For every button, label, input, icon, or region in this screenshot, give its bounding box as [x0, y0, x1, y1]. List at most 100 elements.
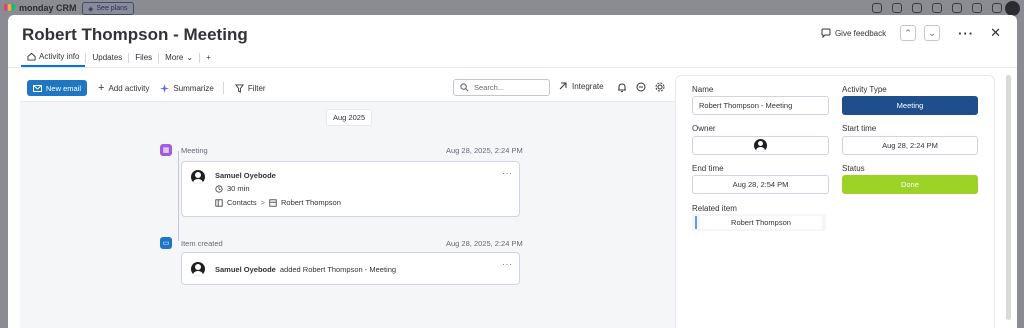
- see-plans-label: See plans: [96, 5, 128, 12]
- owner-field[interactable]: [692, 136, 829, 155]
- search-input[interactable]: Search...: [453, 79, 550, 96]
- details-pane: Name Robert Thompson - Meeting Activity …: [675, 75, 995, 328]
- breadcrumb-board[interactable]: Contacts: [227, 198, 257, 207]
- give-feedback-label: Give feedback: [834, 28, 887, 38]
- inbox-icon[interactable]: [892, 3, 902, 13]
- integrate-icon: [559, 82, 567, 90]
- more-options-button[interactable]: ···: [958, 26, 974, 41]
- logo-text: monday CRM: [19, 3, 77, 13]
- invite-icon[interactable]: [912, 3, 922, 13]
- board-icon: [215, 198, 223, 207]
- home-icon: [27, 52, 36, 61]
- filter-label: Filter: [247, 83, 266, 93]
- tabs-divider: [8, 67, 1017, 68]
- end-time-label: End time: [692, 164, 724, 173]
- tab-label: More: [165, 53, 184, 62]
- card-menu-button[interactable]: ···: [502, 259, 513, 269]
- search-placeholder: Search...: [474, 83, 505, 92]
- user-avatar[interactable]: [1005, 1, 1020, 16]
- see-plans-button[interactable]: ◈ See plans: [82, 2, 134, 15]
- scrollbar[interactable]: [1006, 75, 1011, 320]
- item-created-icon: ▭: [160, 237, 172, 249]
- name-field[interactable]: Robert Thompson - Meeting: [692, 96, 829, 115]
- apps-icon[interactable]: [932, 3, 942, 13]
- chevron-up-icon: ⌃: [904, 27, 912, 38]
- chevron-down-icon: ⌄: [928, 27, 936, 38]
- previous-item-button[interactable]: ⌃: [900, 25, 917, 41]
- duration-row: 30 min: [215, 184, 250, 193]
- page-title: Robert Thompson - Meeting: [22, 25, 248, 44]
- breadcrumb-item[interactable]: Robert Thompson: [281, 198, 341, 207]
- duration-text: 30 min: [227, 184, 250, 193]
- bell-icon[interactable]: [617, 82, 627, 93]
- person-name: Samuel Oyebode: [215, 171, 276, 180]
- sparkle-icon: [160, 83, 170, 93]
- new-email-button[interactable]: New email: [27, 80, 88, 96]
- tab-label: Activity info: [39, 52, 80, 61]
- tab-label: Updates: [92, 53, 123, 62]
- tab-activity-info[interactable]: Activity info: [21, 48, 86, 67]
- integrate-button[interactable]: Integrate: [558, 81, 604, 91]
- summarize-button[interactable]: Summarize: [160, 83, 214, 93]
- logo-mark-icon: [4, 4, 16, 12]
- breadcrumb: Contacts > Robert Thompson: [215, 198, 341, 207]
- add-activity-button[interactable]: + Add activity: [98, 82, 149, 94]
- give-feedback-button[interactable]: Give feedback: [821, 28, 886, 38]
- plans-icon: ◈: [88, 5, 94, 13]
- tab-label: Files: [135, 53, 153, 62]
- app-logo: monday CRM: [4, 3, 77, 13]
- toolbar-divider: [222, 82, 224, 94]
- date-group-chip: Aug 2025: [326, 109, 373, 126]
- event-label: Item created: [181, 239, 223, 248]
- clock-icon: [215, 184, 223, 193]
- tab-bar: Activity info Updates Files More ⌄ +: [21, 48, 217, 67]
- integrate-label: Integrate: [572, 81, 604, 91]
- activity-type-label: Activity Type: [842, 85, 887, 94]
- activity-toolbar: New email + Add activity Summarize Filte…: [20, 75, 675, 102]
- close-button[interactable]: ✕: [990, 25, 1001, 41]
- activity-pane: New email + Add activity Summarize Filte…: [20, 75, 675, 328]
- tab-updates[interactable]: Updates: [86, 49, 128, 66]
- related-item-indicator: [695, 216, 697, 229]
- grid-icon[interactable]: [992, 3, 1002, 13]
- avatar: [191, 170, 205, 184]
- person-name: Samuel Oyebode: [215, 265, 276, 274]
- background-right: [1016, 18, 1024, 328]
- created-text: Samuel Oyebode added Robert Thompson - M…: [215, 265, 396, 274]
- activity-type-field[interactable]: Meeting: [842, 96, 978, 115]
- status-field[interactable]: Done: [842, 175, 978, 194]
- meeting-card[interactable]: Samuel Oyebode ··· 30 min Contacts > Rob…: [181, 161, 520, 217]
- end-time-field[interactable]: Aug 28, 2:54 PM: [692, 175, 829, 194]
- filter-icon: [234, 83, 244, 93]
- bell-icon[interactable]: [872, 3, 882, 13]
- next-item-button[interactable]: ⌄: [924, 25, 941, 41]
- gear-icon[interactable]: [655, 82, 665, 92]
- event-label: Meeting: [181, 146, 208, 155]
- help-icon[interactable]: [972, 3, 982, 13]
- chat-icon[interactable]: [636, 82, 646, 92]
- card-menu-button[interactable]: ···: [502, 168, 513, 178]
- tab-files[interactable]: Files: [129, 49, 158, 66]
- header-actions: Give feedback ⌃ ⌄ ··· ✕: [821, 25, 1001, 41]
- add-tab-label: +: [206, 53, 211, 62]
- tab-more[interactable]: More ⌄: [159, 49, 199, 66]
- search-icon[interactable]: [952, 3, 962, 13]
- summarize-label: Summarize: [173, 83, 214, 93]
- related-item-chip[interactable]: Robert Thompson: [700, 216, 822, 229]
- feedback-icon: [821, 28, 831, 38]
- action-text: added Robert Thompson - Meeting: [279, 265, 397, 274]
- event-time: Aug 28, 2025, 2:24 PM: [446, 146, 523, 155]
- toolbar-icons: [617, 82, 665, 93]
- item-icon: [269, 198, 277, 207]
- mail-icon: [33, 84, 42, 92]
- add-tab-button[interactable]: +: [200, 49, 217, 66]
- start-time-label: Start time: [842, 124, 877, 133]
- avatar: [191, 262, 205, 276]
- item-created-card[interactable]: Samuel Oyebode added Robert Thompson - M…: [181, 252, 520, 285]
- background-icons: [872, 3, 1002, 13]
- related-item-field[interactable]: Robert Thompson: [692, 214, 826, 231]
- filter-button[interactable]: Filter: [234, 83, 266, 93]
- ellipsis-icon: ···: [502, 168, 513, 178]
- start-time-field[interactable]: Aug 28, 2:24 PM: [842, 136, 978, 155]
- owner-label: Owner: [692, 124, 716, 133]
